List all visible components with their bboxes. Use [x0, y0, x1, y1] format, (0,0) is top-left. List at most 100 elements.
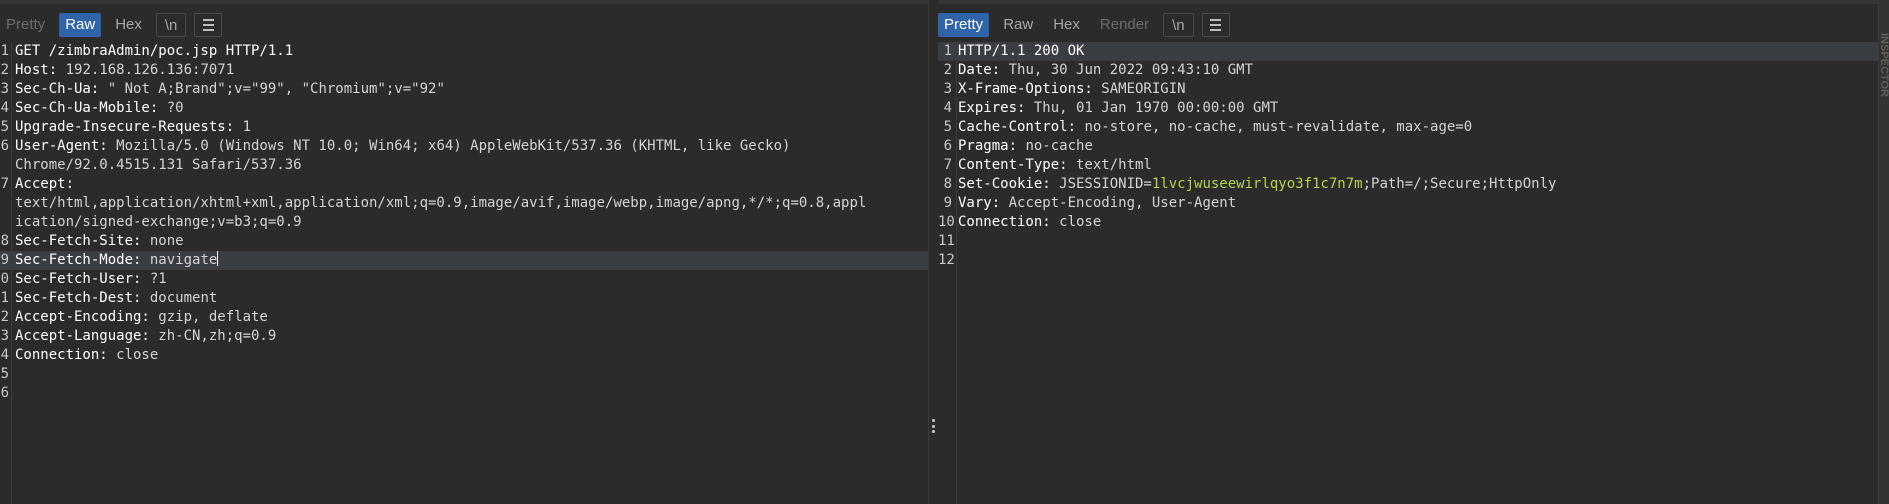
inspector-panel[interactable]: INSPECTOR — [1878, 0, 1889, 504]
code-line[interactable]: 3 X-Frame-Options: SAMEORIGIN — [938, 80, 1879, 99]
response-tabbar: Pretty Raw Hex Render \n — [938, 12, 1230, 38]
code-line[interactable]: 11 — [938, 232, 1879, 251]
code-line[interactable]: 3 Sec-Ch-Ua: " Not A;Brand";v="99", "Chro… — [0, 80, 928, 99]
header-value: document — [141, 290, 218, 306]
code-line[interactable]: 8 Sec-Fetch-Site: none — [0, 232, 928, 251]
header-name: Connection: — [958, 214, 1051, 230]
code-line[interactable]: 1 GET /zimbraAdmin/poc.jsp HTTP/1.1 — [0, 42, 928, 61]
text-cursor — [217, 251, 219, 266]
hamburger-menu-icon[interactable] — [194, 13, 223, 37]
code-line[interactable]: 7 Accept: — [0, 175, 928, 194]
code-line[interactable]: 1 Sec-Fetch-Dest: document — [0, 289, 928, 308]
header-value: Thu, 30 Jun 2022 09:43:10 GMT — [1000, 62, 1254, 78]
header-name: Cache-Control: — [958, 119, 1077, 135]
line-text: Accept-Encoding: gzip, deflate — [15, 308, 268, 327]
line-number: 6 — [0, 138, 9, 154]
line-number: 4 — [0, 100, 9, 116]
header-value: no-cache — [1017, 138, 1093, 154]
line-text: Connection: close — [958, 213, 1101, 232]
request-editor[interactable]: 1 GET /zimbraAdmin/poc.jsp HTTP/1.1 2 Host:… — [0, 42, 928, 504]
line-number: 1 — [943, 43, 952, 59]
line-text: Sec-Ch-Ua: " Not A;Brand";v="99", "Chrom… — [15, 80, 445, 99]
code-line[interactable]: 4 Connection: close — [0, 346, 928, 365]
header-name: Sec-Fetch-Mode: — [15, 252, 142, 268]
code-line[interactable]: 10 Connection: close — [938, 213, 1879, 232]
line-text: X-Frame-Options: SAMEORIGIN — [958, 80, 1186, 99]
code-line[interactable]: 2 Accept-Encoding: gzip, deflate — [0, 308, 928, 327]
line-text: ication/signed-exchange;v=b3;q=0.9 — [15, 213, 302, 232]
code-line[interactable]: 4 Expires: Thu, 01 Jan 1970 00:00:00 GMT — [938, 99, 1879, 118]
cookie-value: 1lvcjwuseewirlqyo3f1c7n7m — [1151, 176, 1363, 192]
line-number: 2 — [0, 62, 9, 78]
header-value: Mozilla/5.0 (Windows NT 10.0; Win64; x64… — [107, 138, 791, 154]
code-line[interactable]: 6 — [0, 384, 928, 403]
header-name: Sec-Fetch-User: — [15, 271, 142, 287]
code-line[interactable]: 12 — [938, 251, 1879, 270]
line-number: 9 — [0, 252, 9, 268]
line-number: 6 — [943, 138, 952, 154]
header-name: Accept-Language: — [15, 328, 150, 344]
code-line[interactable]: 1 HTTP/1.1 200 OK — [938, 42, 1879, 61]
tab-pretty[interactable]: Pretty — [938, 13, 990, 37]
line-text: Pragma: no-cache — [958, 137, 1093, 156]
line-number: 2 — [943, 62, 952, 78]
header-value: 1 — [234, 119, 252, 135]
newline-toggle-button[interactable]: \n — [155, 13, 187, 37]
code-line[interactable]: 0 Sec-Fetch-User: ?1 — [0, 270, 928, 289]
header-name: Host: — [15, 62, 58, 78]
code-line[interactable]: 3 Accept-Language: zh-CN,zh;q=0.9 — [0, 327, 928, 346]
code-line[interactable]: 6 Pragma: no-cache — [938, 137, 1879, 156]
header-name: Sec-Ch-Ua-Mobile: — [15, 100, 159, 116]
response-editor[interactable]: 1 HTTP/1.1 200 OK 2 Date: Thu, 30 Jun 2022 … — [938, 42, 1879, 504]
tab-raw[interactable]: Raw — [59, 13, 102, 37]
header-name: User-Agent: — [15, 138, 108, 154]
line-text: Accept: — [15, 175, 74, 194]
tab-render[interactable]: Render — [1094, 13, 1155, 37]
code-line[interactable]: 5 Cache-Control: no-store, no-cache, must… — [938, 118, 1879, 137]
hamburger-menu-icon[interactable] — [1201, 13, 1230, 37]
tab-raw[interactable]: Raw — [997, 13, 1039, 37]
code-line[interactable]: 5 — [0, 365, 928, 384]
code-line[interactable]: 4 Sec-Ch-Ua-Mobile: ?0 — [0, 99, 928, 118]
code-line[interactable]: 8 Set-Cookie: JSESSIONID=1lvcjwuseewirlqy… — [938, 175, 1879, 194]
code-line[interactable]: 2 Host: 192.168.126.136:7071 — [0, 61, 928, 80]
line-text: Set-Cookie: JSESSIONID=1lvcjwuseewirlqyo… — [958, 175, 1556, 194]
code-line[interactable]: 7 Content-Type: text/html — [938, 156, 1879, 175]
code-line[interactable]: 2 Date: Thu, 30 Jun 2022 09:43:10 GMT — [938, 61, 1879, 80]
header-name: Sec-Fetch-Site: — [15, 233, 142, 249]
tab-hex[interactable]: Hex — [109, 13, 148, 37]
code-line[interactable]: 9 Vary: Accept-Encoding, User-Agent — [938, 194, 1879, 213]
response-pane: Pretty Raw Hex Render \n 1 HTTP/1.1 200 O… — [938, 0, 1879, 504]
tab-pretty[interactable]: Pretty — [0, 13, 51, 37]
header-name: Pragma: — [958, 138, 1018, 154]
newline-toggle-button[interactable]: \n — [1163, 13, 1194, 37]
drag-handle-icon[interactable] — [932, 419, 935, 433]
line-number: 4 — [943, 100, 952, 116]
line-text: Content-Type: text/html — [958, 156, 1152, 175]
line-number: 5 — [0, 119, 9, 135]
header-value: navigate — [141, 252, 218, 268]
line-number: 5 — [943, 119, 952, 135]
header-value: Chrome/92.0.4515.131 Safari/537.36 — [15, 157, 302, 173]
line-number: 1 — [0, 290, 9, 306]
code-line[interactable]: 6 User-Agent: Mozilla/5.0 (Windows NT 10.… — [0, 137, 928, 156]
line-text: Date: Thu, 30 Jun 2022 09:43:10 GMT — [958, 61, 1253, 80]
code-line[interactable]: 9 Sec-Fetch-Mode: navigate — [0, 251, 928, 270]
line-text: Sec-Fetch-Dest: document — [15, 289, 217, 308]
header-name: Accept-Encoding: — [15, 309, 150, 325]
line-number: 10 — [938, 214, 955, 230]
header-value: SAMEORIGIN — [1092, 81, 1186, 97]
code-line[interactable]: ication/signed-exchange;v=b3;q=0.9 — [0, 213, 928, 232]
line-text: HTTP/1.1 200 OK — [958, 42, 1084, 61]
tab-hex[interactable]: Hex — [1047, 13, 1086, 37]
code-line[interactable]: Chrome/92.0.4515.131 Safari/537.36 — [0, 156, 928, 175]
line-text: Host: 192.168.126.136:7071 — [15, 61, 234, 80]
code-line[interactable]: text/html,application/xhtml+xml,applicat… — [0, 194, 928, 213]
code-line[interactable]: 5 Upgrade-Insecure-Requests: 1 — [0, 118, 928, 137]
header-value: none — [141, 233, 184, 249]
header-value: close — [1050, 214, 1102, 230]
line-number: 9 — [943, 195, 952, 211]
line-text: Connection: close — [15, 346, 158, 365]
line-text: Sec-Fetch-Site: none — [15, 232, 184, 251]
header-value: Thu, 01 Jan 1970 00:00:00 GMT — [1025, 100, 1279, 116]
